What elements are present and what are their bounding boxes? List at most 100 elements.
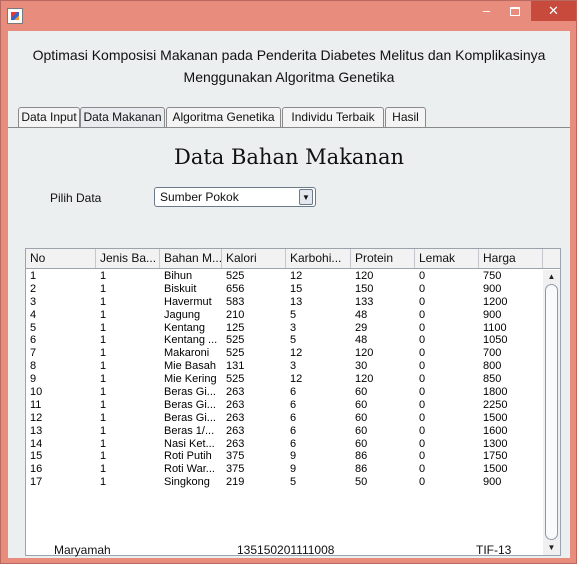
cell-harga[interactable]: 1500 bbox=[479, 463, 542, 476]
cell-kalori[interactable]: 263 bbox=[222, 412, 286, 425]
column-header-jenis[interactable]: Jenis Ba... bbox=[96, 249, 160, 268]
cell-no[interactable]: 6 bbox=[26, 334, 96, 347]
cell-lemak[interactable]: 0 bbox=[415, 322, 479, 335]
tab-hasil[interactable]: Hasil bbox=[385, 107, 426, 127]
cell-protein[interactable]: 120 bbox=[351, 270, 415, 283]
cell-bahan[interactable]: Makaroni bbox=[160, 347, 222, 360]
cell-harga[interactable]: 1300 bbox=[479, 438, 542, 451]
cell-protein[interactable]: 60 bbox=[351, 386, 415, 399]
cell-no[interactable]: 15 bbox=[26, 450, 96, 463]
cell-protein[interactable]: 50 bbox=[351, 476, 415, 489]
cell-lemak[interactable]: 0 bbox=[415, 334, 479, 347]
table-row[interactable]: 3 1 Havermut 583 13 133 0 1200 bbox=[26, 296, 542, 309]
chevron-down-icon[interactable]: ▼ bbox=[299, 189, 313, 205]
cell-no[interactable]: 10 bbox=[26, 386, 96, 399]
cell-lemak[interactable]: 0 bbox=[415, 373, 479, 386]
cell-no[interactable]: 1 bbox=[26, 270, 96, 283]
scroll-down-icon[interactable]: ▼ bbox=[543, 541, 560, 555]
cell-jenis[interactable]: 1 bbox=[96, 463, 160, 476]
cell-bahan[interactable]: Singkong bbox=[160, 476, 222, 489]
cell-karbohidrat[interactable]: 6 bbox=[286, 386, 351, 399]
cell-jenis[interactable]: 1 bbox=[96, 360, 160, 373]
cell-lemak[interactable]: 0 bbox=[415, 296, 479, 309]
cell-kalori[interactable]: 525 bbox=[222, 347, 286, 360]
cell-karbohidrat[interactable]: 9 bbox=[286, 463, 351, 476]
cell-kalori[interactable]: 125 bbox=[222, 322, 286, 335]
cell-lemak[interactable]: 0 bbox=[415, 386, 479, 399]
cell-harga[interactable]: 1800 bbox=[479, 386, 542, 399]
column-header-karbohidrat[interactable]: Karbohi... bbox=[286, 249, 351, 268]
cell-karbohidrat[interactable]: 6 bbox=[286, 438, 351, 451]
cell-kalori[interactable]: 375 bbox=[222, 463, 286, 476]
title-bar[interactable]: ‒ ✕ bbox=[1, 1, 576, 31]
cell-jenis[interactable]: 1 bbox=[96, 386, 160, 399]
cell-karbohidrat[interactable]: 6 bbox=[286, 425, 351, 438]
cell-harga[interactable]: 900 bbox=[479, 309, 542, 322]
cell-lemak[interactable]: 0 bbox=[415, 476, 479, 489]
cell-jenis[interactable]: 1 bbox=[96, 476, 160, 489]
column-header-lemak[interactable]: Lemak bbox=[415, 249, 479, 268]
cell-protein[interactable]: 60 bbox=[351, 399, 415, 412]
cell-no[interactable]: 7 bbox=[26, 347, 96, 360]
cell-bahan[interactable]: Beras 1/... bbox=[160, 425, 222, 438]
cell-bahan[interactable]: Beras Gi... bbox=[160, 412, 222, 425]
cell-no[interactable]: 13 bbox=[26, 425, 96, 438]
cell-kalori[interactable]: 375 bbox=[222, 450, 286, 463]
cell-protein[interactable]: 48 bbox=[351, 334, 415, 347]
cell-bahan[interactable]: Kentang bbox=[160, 322, 222, 335]
cell-harga[interactable]: 1100 bbox=[479, 322, 542, 335]
cell-jenis[interactable]: 1 bbox=[96, 450, 160, 463]
minimize-button[interactable]: ‒ bbox=[473, 1, 500, 21]
cell-harga[interactable]: 850 bbox=[479, 373, 542, 386]
cell-kalori[interactable]: 263 bbox=[222, 386, 286, 399]
cell-kalori[interactable]: 263 bbox=[222, 399, 286, 412]
cell-karbohidrat[interactable]: 6 bbox=[286, 399, 351, 412]
cell-no[interactable]: 8 bbox=[26, 360, 96, 373]
cell-kalori[interactable]: 263 bbox=[222, 438, 286, 451]
cell-kalori[interactable]: 210 bbox=[222, 309, 286, 322]
tab-data-input[interactable]: Data Input bbox=[18, 107, 80, 127]
cell-bahan[interactable]: Biskuit bbox=[160, 283, 222, 296]
cell-protein[interactable]: 30 bbox=[351, 360, 415, 373]
cell-harga[interactable]: 900 bbox=[479, 476, 542, 489]
cell-jenis[interactable]: 1 bbox=[96, 412, 160, 425]
cell-lemak[interactable]: 0 bbox=[415, 347, 479, 360]
table-row[interactable]: 4 1 Jagung 210 5 48 0 900 bbox=[26, 309, 542, 322]
table-row[interactable]: 1 1 Bihun 525 12 120 0 750 bbox=[26, 270, 542, 283]
cell-karbohidrat[interactable]: 5 bbox=[286, 309, 351, 322]
cell-karbohidrat[interactable]: 13 bbox=[286, 296, 351, 309]
cell-kalori[interactable]: 131 bbox=[222, 360, 286, 373]
cell-kalori[interactable]: 219 bbox=[222, 476, 286, 489]
cell-bahan[interactable]: Bihun bbox=[160, 270, 222, 283]
table-row[interactable]: 2 1 Biskuit 656 15 150 0 900 bbox=[26, 283, 542, 296]
cell-protein[interactable]: 29 bbox=[351, 322, 415, 335]
column-header-harga[interactable]: Harga bbox=[479, 249, 543, 268]
cell-kalori[interactable]: 263 bbox=[222, 425, 286, 438]
cell-karbohidrat[interactable]: 6 bbox=[286, 412, 351, 425]
scroll-up-icon[interactable]: ▲ bbox=[543, 270, 560, 284]
cell-jenis[interactable]: 1 bbox=[96, 347, 160, 360]
table-row[interactable]: 17 1 Singkong 219 5 50 0 900 bbox=[26, 476, 542, 489]
tab-data-makanan[interactable]: Data Makanan bbox=[80, 107, 165, 128]
cell-kalori[interactable]: 525 bbox=[222, 270, 286, 283]
cell-harga[interactable]: 1200 bbox=[479, 296, 542, 309]
cell-lemak[interactable]: 0 bbox=[415, 360, 479, 373]
cell-jenis[interactable]: 1 bbox=[96, 399, 160, 412]
cell-jenis[interactable]: 1 bbox=[96, 296, 160, 309]
cell-bahan[interactable]: Kentang ... bbox=[160, 334, 222, 347]
cell-lemak[interactable]: 0 bbox=[415, 412, 479, 425]
column-header-bahan[interactable]: Bahan M... bbox=[160, 249, 222, 268]
table-row[interactable]: 6 1 Kentang ... 525 5 48 0 1050 bbox=[26, 334, 542, 347]
cell-no[interactable]: 9 bbox=[26, 373, 96, 386]
cell-harga[interactable]: 1050 bbox=[479, 334, 542, 347]
table-row[interactable]: 8 1 Mie Basah 131 3 30 0 800 bbox=[26, 360, 542, 373]
column-header-protein[interactable]: Protein bbox=[351, 249, 415, 268]
cell-harga[interactable]: 750 bbox=[479, 270, 542, 283]
table-row[interactable]: 5 1 Kentang 125 3 29 0 1100 bbox=[26, 322, 542, 335]
close-button[interactable]: ✕ bbox=[531, 1, 576, 21]
cell-lemak[interactable]: 0 bbox=[415, 399, 479, 412]
column-header-no[interactable]: No bbox=[26, 249, 96, 268]
cell-no[interactable]: 14 bbox=[26, 438, 96, 451]
cell-jenis[interactable]: 1 bbox=[96, 270, 160, 283]
table-row[interactable]: 12 1 Beras Gi... 263 6 60 0 1500 bbox=[26, 412, 542, 425]
